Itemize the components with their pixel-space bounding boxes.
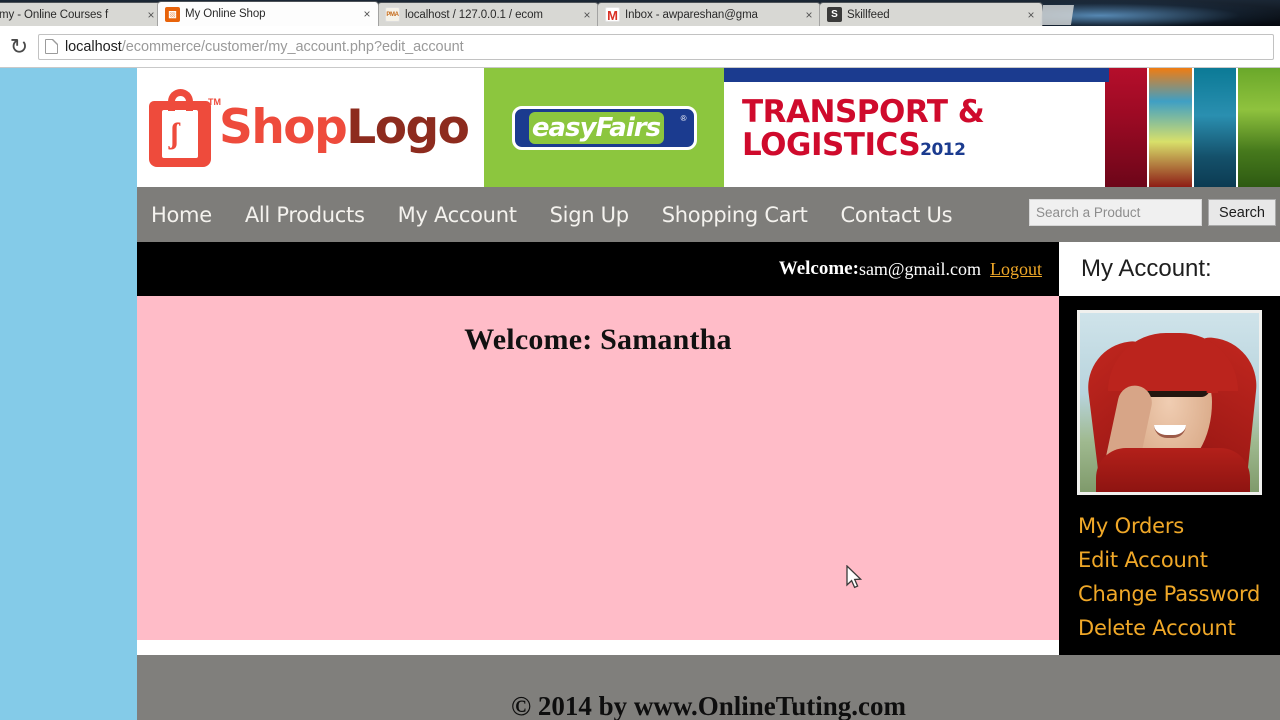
nav-item-contact-us[interactable]: Contact Us [841, 203, 953, 227]
reload-icon[interactable]: ↻ [2, 30, 36, 64]
welcome-label: Welcome: [778, 258, 859, 279]
photo-strip-panel [1191, 68, 1236, 187]
browser-tab-title: Inbox - awpareshan@gma [625, 8, 758, 21]
banner-photo-strip [1105, 68, 1280, 187]
welcome-bar: Welcome: sam@gmail.com Logout [137, 242, 1059, 296]
logout-link[interactable]: Logout [990, 259, 1042, 280]
sidebar-item-edit-account[interactable]: Edit Account [1059, 543, 1280, 577]
copyright-text: © 2014 by www.OnlineTuting.com [511, 691, 906, 720]
site-footer: © 2014 by www.OnlineTuting.com [137, 655, 1280, 720]
easyfairs-logo: easyFairs ® [511, 105, 697, 150]
search-form: Search [1029, 199, 1276, 226]
sidebar-title: My Account: [1081, 255, 1212, 282]
browser-tab-title: my - Online Courses f [0, 8, 109, 21]
logo-text-shop: Shop [219, 100, 348, 155]
tabstrip-glow [1040, 0, 1280, 26]
page-viewport: ʃ TM ShopLogo easyFairs ® TRANSPORT & LO… [0, 68, 1280, 720]
sidebar-panel: My Orders Edit Account Change Password D… [1059, 296, 1280, 655]
site-logo[interactable]: ʃ TM ShopLogo [137, 68, 484, 187]
nav-item-all-products[interactable]: All Products [245, 203, 365, 227]
account-sidebar: My Account: My Orders Edit Account Chang… [1059, 242, 1280, 655]
url-path: /ecommerce/customer/my_account.php?edit_… [121, 38, 464, 55]
photo-strip-panel [1147, 68, 1192, 187]
phpmyadmin-icon: PMA [385, 7, 400, 22]
close-icon[interactable]: × [360, 8, 374, 20]
nav-item-shopping-cart[interactable]: Shopping Cart [662, 203, 808, 227]
browser-chrome: ▣ my - Online Courses f × ▧ My Online Sh… [0, 0, 1280, 68]
browser-tab-title: localhost / 127.0.0.1 / ecom [405, 8, 543, 21]
browser-tab-1[interactable]: ▧ My Online Shop × [158, 2, 378, 26]
content-column: Welcome: sam@gmail.com Logout Welcome: S… [137, 242, 1059, 655]
logo-text-logo: Logo [346, 100, 470, 155]
bag-swoosh-glyph: ʃ [170, 116, 180, 150]
banner-headline-line1: TRANSPORT & [742, 94, 985, 130]
welcome-email: sam@gmail.com [858, 258, 981, 279]
sidebar-item-my-orders[interactable]: My Orders [1059, 509, 1280, 543]
main-navigation: Home All Products My Account Sign Up Sho… [137, 187, 1280, 242]
sidebar-item-delete-account[interactable]: Delete Account [1059, 611, 1280, 645]
browser-tab-title: My Online Shop [185, 8, 266, 20]
page-title: Welcome: Samantha [464, 323, 732, 356]
address-bar[interactable]: localhost/ecommerce/customer/my_account.… [38, 33, 1274, 60]
nav-item-my-account[interactable]: My Account [398, 203, 517, 227]
nav-item-sign-up[interactable]: Sign Up [550, 203, 629, 227]
banner-year: 2012 [920, 140, 966, 160]
url-host: localhost [65, 38, 122, 55]
site-logo-text: ShopLogo [219, 104, 470, 151]
banner-easyfairs: easyFairs ® [484, 68, 724, 187]
banner-headline-text: LOGISTICS [742, 127, 921, 163]
nav-item-home[interactable]: Home [151, 203, 212, 227]
close-icon[interactable]: × [144, 9, 158, 21]
banner-headline-line2: LOGISTICS2012 [742, 129, 1105, 167]
close-icon[interactable]: × [802, 9, 816, 21]
page-document-icon [45, 39, 58, 54]
search-input[interactable] [1029, 199, 1203, 226]
main-content-panel: Welcome: Samantha [137, 296, 1059, 640]
new-tab-button[interactable] [1040, 5, 1074, 25]
avatar [1077, 310, 1262, 495]
banner-transport-logistics: TRANSPORT & LOGISTICS2012 [724, 68, 1109, 187]
close-icon[interactable]: × [580, 9, 594, 21]
photo-strip-panel [1105, 68, 1148, 187]
banner-blue-bar [724, 68, 1109, 82]
browser-tab-4[interactable]: S Skillfeed × [820, 3, 1042, 26]
shop-icon: ▧ [165, 6, 180, 22]
search-button[interactable]: Search [1208, 199, 1276, 226]
gmail-icon: M [605, 7, 620, 23]
url-text: localhost/ecommerce/customer/my_account.… [65, 39, 464, 55]
shopping-bag-icon: ʃ TM [149, 88, 221, 167]
easyfairs-label: easyFairs [531, 112, 661, 143]
skillfeed-icon: S [827, 7, 842, 22]
sidebar-header: My Account: [1059, 242, 1280, 296]
site-banner: ʃ TM ShopLogo easyFairs ® TRANSPORT & LO… [137, 68, 1280, 187]
trademark-mark: TM [208, 96, 221, 107]
site-body: Welcome: sam@gmail.com Logout Welcome: S… [137, 242, 1280, 655]
close-icon[interactable]: × [1024, 9, 1038, 21]
browser-toolbar: ↻ localhost/ecommerce/customer/my_accoun… [0, 26, 1280, 68]
browser-tab-title: Skillfeed [847, 8, 890, 21]
photo-strip-panel [1235, 68, 1280, 187]
registered-mark: ® [680, 113, 687, 123]
browser-tab-2[interactable]: PMA localhost / 127.0.0.1 / ecom × [378, 3, 598, 26]
site-container: ʃ TM ShopLogo easyFairs ® TRANSPORT & LO… [137, 68, 1280, 720]
browser-tab-3[interactable]: M Inbox - awpareshan@gma × [598, 3, 820, 26]
browser-tabstrip: ▣ my - Online Courses f × ▧ My Online Sh… [0, 0, 1280, 26]
browser-tab-0[interactable]: ▣ my - Online Courses f × [0, 3, 162, 26]
sidebar-item-change-password[interactable]: Change Password [1059, 577, 1280, 611]
